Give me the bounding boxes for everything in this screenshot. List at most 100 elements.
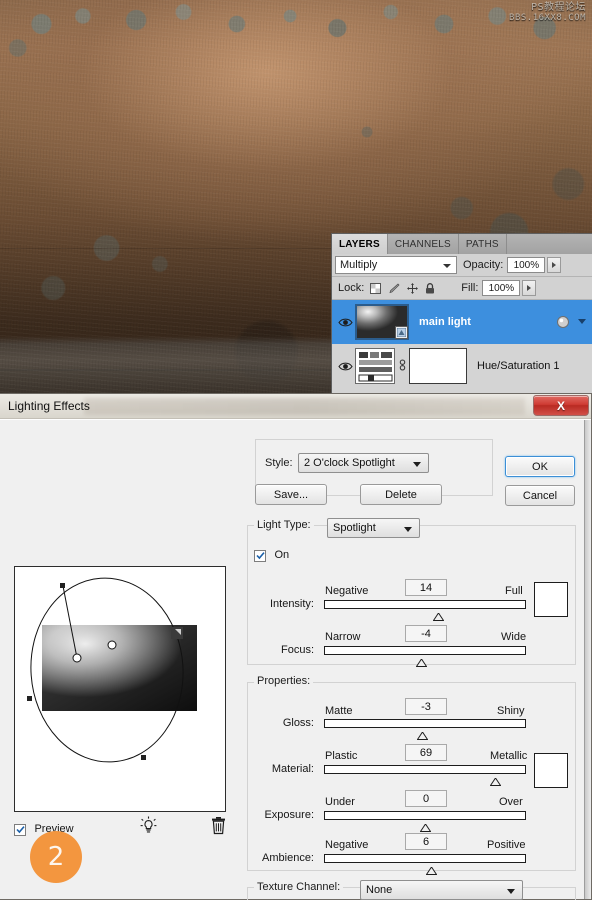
exposure-slider[interactable] bbox=[324, 811, 526, 820]
ambience-input[interactable]: 6 bbox=[405, 833, 447, 850]
tab-paths[interactable]: PATHS bbox=[459, 234, 507, 254]
exposure-max-label: Over bbox=[499, 796, 523, 808]
focus-slider[interactable] bbox=[324, 646, 526, 655]
layer-expand-chevron-icon[interactable] bbox=[578, 319, 586, 324]
smart-object-badge-icon bbox=[395, 326, 408, 339]
lock-transparent-icon[interactable] bbox=[370, 283, 381, 294]
dialog-body: Style: 2 O'clock Spotlight Save... Delet… bbox=[0, 419, 591, 899]
material-max-label: Metallic bbox=[490, 750, 527, 762]
focus-slider-thumb[interactable] bbox=[416, 654, 427, 662]
save-button[interactable]: Save... bbox=[255, 484, 327, 505]
gloss-max-label: Shiny bbox=[497, 705, 525, 717]
tab-layers[interactable]: LAYERS bbox=[332, 234, 388, 254]
light-type-label: Light Type: bbox=[254, 519, 314, 531]
style-value: 2 O'clock Spotlight bbox=[304, 457, 395, 469]
gloss-slider-thumb[interactable] bbox=[417, 727, 428, 735]
chevron-down-icon bbox=[413, 462, 421, 467]
light-type-value: Spotlight bbox=[333, 522, 376, 534]
intensity-input[interactable]: 14 bbox=[405, 579, 447, 596]
opacity-slider-button[interactable] bbox=[547, 257, 561, 273]
layer-row-hue-saturation[interactable]: Hue/Saturation 1 bbox=[332, 344, 592, 388]
gloss-input[interactable]: -3 bbox=[405, 698, 447, 715]
gloss-slider[interactable] bbox=[324, 719, 526, 728]
lighting-preview-canvas[interactable] bbox=[14, 566, 226, 812]
lock-move-icon[interactable] bbox=[407, 283, 418, 294]
layer-mask-thumbnail[interactable] bbox=[409, 348, 467, 384]
layer-thumbnail[interactable] bbox=[355, 304, 409, 340]
cancel-button[interactable]: Cancel bbox=[505, 485, 575, 506]
focus-input[interactable]: -4 bbox=[405, 625, 447, 642]
ambience-label: Ambience: bbox=[248, 852, 314, 864]
layer-name[interactable]: Hue/Saturation 1 bbox=[477, 360, 560, 372]
gloss-label: Gloss: bbox=[248, 717, 314, 729]
blend-mode-select[interactable]: Multiply bbox=[335, 256, 457, 274]
style-select[interactable]: 2 O'clock Spotlight bbox=[298, 453, 429, 473]
gloss-min-label: Matte bbox=[325, 705, 353, 717]
lock-paint-icon[interactable] bbox=[388, 283, 400, 294]
delete-button[interactable]: Delete bbox=[360, 484, 442, 505]
style-label: Style: bbox=[262, 457, 296, 469]
focus-max-label: Wide bbox=[501, 631, 526, 643]
intensity-label: Intensity: bbox=[248, 598, 314, 610]
dialog-title: Lighting Effects bbox=[8, 399, 90, 413]
blend-mode-row: Multiply Opacity: 100% bbox=[332, 254, 592, 277]
layer-visibility-icon[interactable] bbox=[335, 361, 355, 372]
layer-name[interactable]: main light bbox=[419, 316, 471, 328]
watermark-line-1: PS教程论坛 bbox=[509, 2, 586, 13]
watermark-line-2: BBS.16XX8.COM bbox=[509, 13, 586, 24]
blend-mode-value: Multiply bbox=[340, 259, 377, 271]
light-type-select[interactable]: Spotlight bbox=[327, 518, 420, 538]
material-slider[interactable] bbox=[324, 765, 526, 774]
exposure-slider-thumb[interactable] bbox=[420, 819, 431, 827]
ambience-min-label: Negative bbox=[325, 839, 368, 851]
dialog-scrollbar[interactable] bbox=[584, 420, 591, 899]
tab-channels[interactable]: CHANNELS bbox=[388, 234, 459, 254]
site-watermark: PS教程论坛 BBS.16XX8.COM bbox=[509, 2, 586, 24]
wall-crack bbox=[0, 248, 340, 249]
intensity-max-label: Full bbox=[505, 585, 523, 597]
layer-row-main-light[interactable]: main light bbox=[332, 300, 592, 344]
trash-icon[interactable] bbox=[211, 816, 226, 840]
exposure-label: Exposure: bbox=[248, 809, 314, 821]
adjustment-layer-thumbnail[interactable] bbox=[355, 348, 395, 384]
ok-button[interactable]: OK bbox=[505, 456, 575, 477]
material-slider-thumb[interactable] bbox=[490, 773, 501, 781]
on-checkbox[interactable] bbox=[254, 550, 266, 562]
on-checkbox-row[interactable]: On bbox=[254, 545, 289, 563]
opacity-input[interactable]: 100% bbox=[507, 257, 545, 273]
properties-label: Properties: bbox=[254, 675, 313, 687]
texture-channel-select[interactable]: None bbox=[360, 880, 523, 900]
lock-row: Lock: Fill: 100% bbox=[332, 277, 592, 300]
ambience-slider[interactable] bbox=[324, 854, 526, 863]
title-bar-translucency bbox=[84, 398, 525, 415]
material-color-swatch[interactable] bbox=[534, 753, 568, 788]
lock-label: Lock: bbox=[338, 282, 364, 294]
layers-panel: LAYERS CHANNELS PATHS Multiply Opacity: … bbox=[331, 233, 592, 395]
layer-mask-link-icon[interactable] bbox=[395, 358, 409, 375]
fill-input[interactable]: 100% bbox=[482, 280, 520, 296]
material-input[interactable]: 69 bbox=[405, 744, 447, 761]
intensity-slider-thumb[interactable] bbox=[433, 608, 444, 616]
light-color-swatch[interactable] bbox=[534, 582, 568, 617]
intensity-slider[interactable] bbox=[324, 600, 526, 609]
opacity-label: Opacity: bbox=[463, 259, 503, 271]
fill-slider-button[interactable] bbox=[522, 280, 536, 296]
dialog-title-bar[interactable]: Lighting Effects X bbox=[0, 394, 591, 419]
fill-label: Fill: bbox=[461, 282, 478, 294]
exposure-input[interactable]: 0 bbox=[405, 790, 447, 807]
lock-all-icon[interactable] bbox=[425, 283, 435, 294]
on-label: On bbox=[274, 549, 289, 561]
ambience-slider-thumb[interactable] bbox=[426, 862, 437, 870]
tabbar-filler bbox=[507, 234, 592, 254]
material-label: Material: bbox=[248, 763, 314, 775]
texture-channel-label: Texture Channel: bbox=[254, 881, 343, 893]
lighting-effects-dialog: Lighting Effects X Style: 2 O'clock Spot… bbox=[0, 393, 592, 900]
material-min-label: Plastic bbox=[325, 750, 357, 762]
light-bulb-icon[interactable] bbox=[140, 816, 157, 840]
layer-style-icon[interactable] bbox=[556, 315, 570, 332]
layer-visibility-icon[interactable] bbox=[335, 317, 355, 328]
layers-panel-tabbar: LAYERS CHANNELS PATHS bbox=[332, 234, 592, 254]
preview-checkbox[interactable] bbox=[14, 824, 26, 836]
close-button[interactable]: X bbox=[533, 395, 589, 416]
focus-label: Focus: bbox=[248, 644, 314, 656]
